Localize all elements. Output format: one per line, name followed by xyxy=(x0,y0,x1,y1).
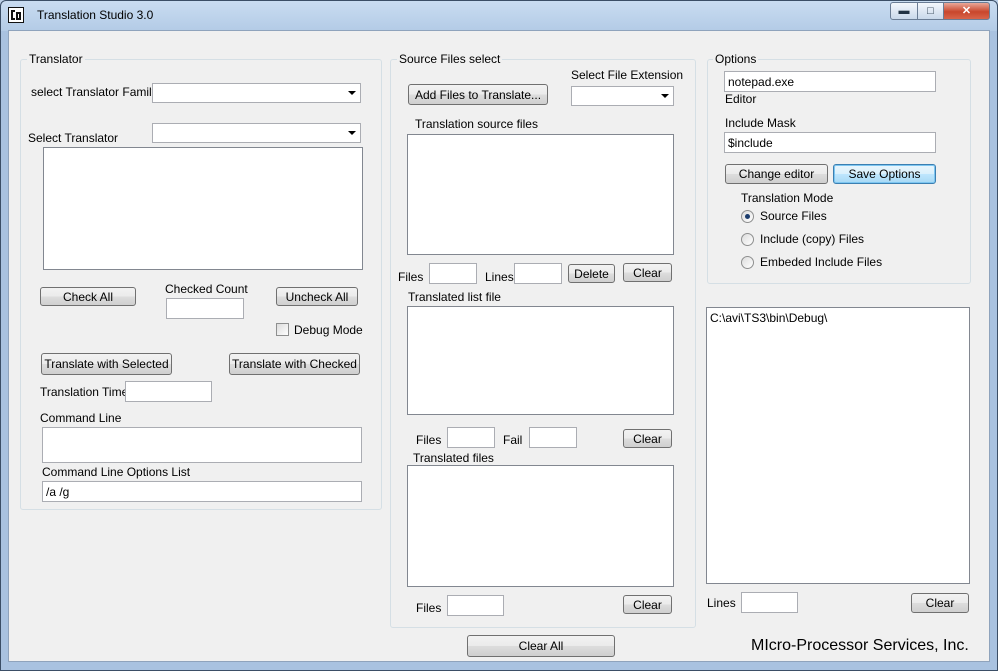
translated-list-file-label: Translated list file xyxy=(408,290,501,304)
file-extension-label: Select File Extension xyxy=(571,68,684,82)
source-files-group-title: Source Files select xyxy=(397,52,503,66)
chevron-down-icon[interactable] xyxy=(348,131,356,135)
mode-embeded-include-files-radio[interactable] xyxy=(741,256,754,269)
translator-family-label: select Translator Family xyxy=(31,85,158,99)
select-translator-label: Select Translator xyxy=(28,131,119,145)
editor-field[interactable] xyxy=(724,71,936,92)
check-all-button[interactable]: Check All xyxy=(40,287,136,306)
translator-group-title: Translator xyxy=(27,52,85,66)
debug-mode-checkbox[interactable] xyxy=(276,323,289,336)
add-files-button[interactable]: Add Files to Translate... xyxy=(408,84,548,105)
include-mask-label: Include Mask xyxy=(725,116,796,130)
change-editor-button[interactable]: Change editor xyxy=(725,164,828,184)
source-lines-count-label: Lines xyxy=(485,270,514,284)
minimize-icon[interactable]: ▬ xyxy=(890,2,918,20)
checked-count-field[interactable] xyxy=(166,298,244,319)
command-line-options-field[interactable] xyxy=(42,481,362,502)
include-mask-field[interactable] xyxy=(724,132,936,153)
delete-button[interactable]: Delete xyxy=(568,264,615,283)
source-files-count-label: Files xyxy=(398,270,424,284)
mode-source-files-radio[interactable] xyxy=(741,210,754,223)
debug-mode-label: Debug Mode xyxy=(294,323,363,337)
options-group-title: Options xyxy=(713,52,759,66)
command-line-options-label: Command Line Options List xyxy=(42,465,191,479)
translated-list-fail-field[interactable] xyxy=(529,427,577,448)
window-title: Translation Studio 3.0 xyxy=(37,8,154,22)
command-line-label: Command Line xyxy=(40,411,122,425)
translated-files-clear-button[interactable]: Clear xyxy=(623,595,672,614)
checked-count-label: Checked Count xyxy=(165,282,248,296)
translate-with-checked-button[interactable]: Translate with Checked xyxy=(229,353,360,375)
translated-list-file-list[interactable] xyxy=(407,306,674,415)
client-area: Translator select Translator Family Sele… xyxy=(8,30,990,662)
save-options-button[interactable]: Save Options xyxy=(833,164,936,184)
maximize-icon[interactable]: □ xyxy=(917,2,944,20)
mode-embeded-include-files-label: Embeded Include Files xyxy=(760,255,883,269)
editor-label: Editor xyxy=(725,92,757,106)
translator-checked-list[interactable] xyxy=(43,147,363,270)
output-lines-field[interactable] xyxy=(741,592,798,613)
translation-source-files-label: Translation source files xyxy=(415,117,538,131)
file-extension-combo[interactable] xyxy=(571,86,674,106)
translated-files-label: Translated files xyxy=(413,451,494,465)
output-log-text: C:\avi\TS3\bin\Debug\ xyxy=(710,311,828,325)
translation-source-files-list[interactable] xyxy=(407,134,674,255)
company-name: MIcro-Processor Services, Inc. xyxy=(751,637,969,654)
select-translator-combo[interactable] xyxy=(152,123,361,143)
translation-time-label: Translation Time xyxy=(40,385,129,399)
mode-source-files-label: Source Files xyxy=(760,209,827,223)
translated-list-files-field[interactable] xyxy=(447,427,495,448)
source-lines-count-field[interactable] xyxy=(514,263,562,284)
translated-list-fail-label: Fail xyxy=(503,433,523,447)
uncheck-all-button[interactable]: Uncheck All xyxy=(276,287,358,306)
output-lines-label: Lines xyxy=(707,596,736,610)
translated-list-files-label: Files xyxy=(416,433,442,447)
mode-include-copy-files-radio[interactable] xyxy=(741,233,754,246)
clear-all-button[interactable]: Clear All xyxy=(467,635,615,657)
title-bar[interactable]: Translation Studio 3.0 ▬ □ ✕ xyxy=(1,1,997,29)
close-icon[interactable]: ✕ xyxy=(943,2,990,20)
translation-mode-label: Translation Mode xyxy=(741,191,834,205)
command-line-field[interactable] xyxy=(42,427,362,463)
translated-list-clear-button[interactable]: Clear xyxy=(623,429,672,448)
translation-time-field[interactable] xyxy=(125,381,212,402)
translated-files-list[interactable] xyxy=(407,465,674,587)
app-logo-icon[interactable] xyxy=(8,7,24,23)
translated-files-count-label: Files xyxy=(416,601,442,615)
mode-include-copy-files-label: Include (copy) Files xyxy=(760,232,865,246)
output-log[interactable]: C:\avi\TS3\bin\Debug\ xyxy=(706,307,970,584)
source-files-count-field[interactable] xyxy=(429,263,477,284)
source-clear-button[interactable]: Clear xyxy=(623,263,672,282)
chevron-down-icon[interactable] xyxy=(661,94,669,98)
translator-family-combo[interactable] xyxy=(152,83,361,103)
output-clear-button[interactable]: Clear xyxy=(911,593,969,613)
translate-with-selected-button[interactable]: Translate with Selected xyxy=(41,353,172,375)
application-window: Translation Studio 3.0 ▬ □ ✕ Translator … xyxy=(0,0,998,671)
chevron-down-icon[interactable] xyxy=(348,91,356,95)
translated-files-count-field[interactable] xyxy=(447,595,504,616)
